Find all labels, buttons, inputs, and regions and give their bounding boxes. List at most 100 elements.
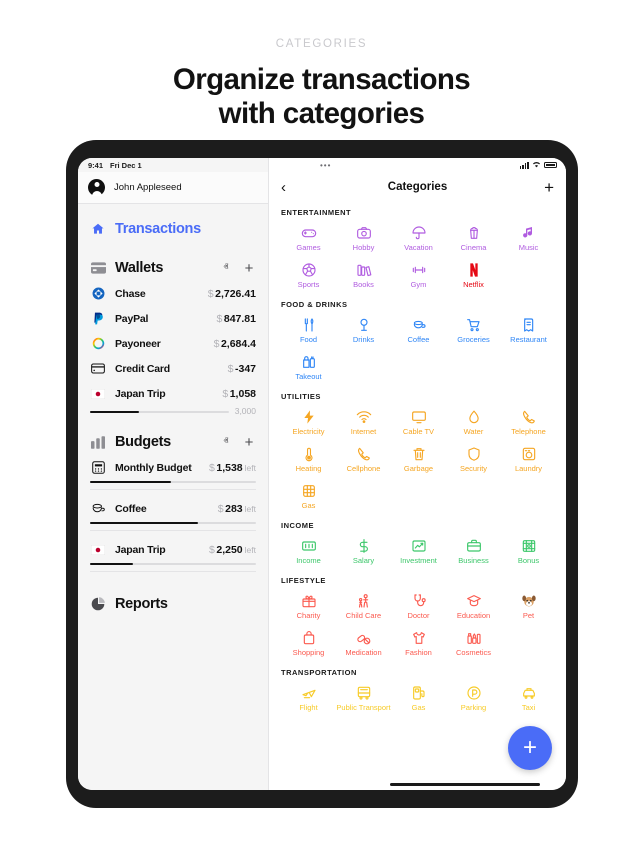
category-item[interactable]: Internet — [336, 404, 391, 441]
sidebar-group-budgets[interactable]: Budgets ⱏ + — [90, 429, 256, 455]
category-item[interactable]: Groceries — [446, 312, 501, 349]
add-category-button[interactable]: + — [544, 179, 554, 196]
category-item-label: Music — [518, 243, 539, 252]
home-indicator — [390, 783, 541, 786]
chevron-up-icon[interactable]: ⱏ — [219, 437, 233, 447]
multitask-dots-icon[interactable]: ••• — [320, 161, 331, 170]
category-item[interactable]: Music — [501, 220, 556, 257]
category-item[interactable]: Business — [446, 533, 501, 570]
category-item[interactable]: Salary — [336, 533, 391, 570]
category-item-label: Drinks — [352, 335, 375, 344]
category-item[interactable]: Takeout — [281, 349, 336, 386]
category-item-label: Takeout — [295, 372, 322, 381]
category-item[interactable]: Coffee — [391, 312, 446, 349]
dog-face-icon — [521, 592, 537, 609]
category-item[interactable]: Investment — [391, 533, 446, 570]
category-item-label: Business — [458, 556, 489, 565]
tablet-device-frame: 9:41 Fri Dec 1 John Appleseed Transactio… — [66, 140, 578, 808]
category-item[interactable]: Electricity — [281, 404, 336, 441]
list-item[interactable]: Monthly Budget $1,538 left — [90, 455, 256, 480]
category-item-label: Taxi — [521, 703, 536, 712]
graduation-cap-icon — [466, 592, 482, 609]
japan-flag-icon — [90, 387, 106, 401]
category-item[interactable]: Food — [281, 312, 336, 349]
category-item[interactable]: Cosmetics — [446, 625, 501, 662]
category-item[interactable]: Books — [336, 257, 391, 294]
category-item[interactable]: Doctor — [391, 588, 446, 625]
category-item[interactable]: Cable TV — [391, 404, 446, 441]
trash-bin-icon — [411, 445, 427, 462]
sidebar-group-wallets[interactable]: Wallets ⱏ + — [90, 255, 256, 281]
category-item[interactable]: Sports — [281, 257, 336, 294]
category-item[interactable]: Child Care — [336, 588, 391, 625]
category-item-label: Salary — [352, 556, 375, 565]
category-item[interactable]: Flight — [281, 680, 336, 717]
list-item[interactable]: Credit Card $ -347 — [90, 356, 256, 381]
category-item[interactable]: Telephone — [501, 404, 556, 441]
category-item[interactable]: Cellphone — [336, 441, 391, 478]
category-item-label: Games — [296, 243, 321, 252]
category-item[interactable]: Heating — [281, 441, 336, 478]
budget-value: $283 left — [217, 502, 256, 515]
category-item[interactable]: Shopping — [281, 625, 336, 662]
category-item[interactable]: Vacation — [391, 220, 446, 257]
category-item[interactable]: Pet — [501, 588, 556, 625]
sidebar-item-transactions[interactable]: Transactions — [90, 216, 256, 242]
category-item[interactable]: Taxi — [501, 680, 556, 717]
category-grid: Charity Child Care Doctor Education Pet Shopp… — [281, 588, 556, 662]
category-item-label: Telephone — [511, 427, 546, 436]
categories-scroll-area[interactable]: ENTERTAINMENT Games Hobby Vacation Cinema Mus… — [269, 202, 566, 790]
list-item[interactable]: PayPal $847.81 — [90, 306, 256, 331]
category-item[interactable]: Parking — [446, 680, 501, 717]
category-item[interactable]: Education — [446, 588, 501, 625]
coffee-cup-icon — [411, 316, 427, 333]
category-item[interactable]: Gas — [391, 680, 446, 717]
category-grid: Income Salary Investment Business Bonus — [281, 533, 556, 570]
add-wallet-button[interactable]: + — [242, 261, 256, 276]
category-item[interactable]: Drinks — [336, 312, 391, 349]
category-item[interactable]: Public Transport — [336, 680, 391, 717]
category-item[interactable]: Water — [446, 404, 501, 441]
category-item[interactable]: Income — [281, 533, 336, 570]
back-button[interactable]: ‹ — [281, 180, 286, 195]
list-item[interactable]: Chase $2,726.41 — [90, 281, 256, 306]
sidebar-group-label: Wallets — [115, 260, 164, 276]
category-item-label: Shopping — [292, 648, 325, 657]
stethoscope-icon — [411, 592, 427, 609]
cellular-signal-icon — [519, 161, 529, 169]
category-item[interactable]: Laundry — [501, 441, 556, 478]
category-item[interactable]: Medication — [336, 625, 391, 662]
wallet-value: $ -347 — [227, 362, 256, 375]
category-item[interactable]: Fashion — [391, 625, 446, 662]
monitor-icon — [411, 408, 427, 425]
sidebar-item-reports[interactable]: Reports — [90, 591, 256, 617]
main-status-bar: ••• — [269, 158, 566, 172]
category-item[interactable]: Games — [281, 220, 336, 257]
category-item[interactable]: Netflix — [446, 257, 501, 294]
list-item[interactable]: Coffee $283 left — [90, 496, 256, 521]
category-item[interactable]: Restaurant — [501, 312, 556, 349]
category-item[interactable]: Gas — [281, 478, 336, 515]
category-item-label: Medication — [345, 648, 382, 657]
category-item[interactable]: Cinema — [446, 220, 501, 257]
japan-flag-icon — [90, 543, 106, 557]
list-item[interactable]: Japan Trip $2,250 left — [90, 537, 256, 562]
add-transaction-fab[interactable]: + — [508, 726, 552, 770]
account-row[interactable]: John Appleseed — [78, 172, 268, 204]
category-item[interactable]: Charity — [281, 588, 336, 625]
sidebar-group-label: Budgets — [115, 434, 171, 450]
category-item[interactable]: Bonus — [501, 533, 556, 570]
list-item[interactable]: Payoneer $2,684.4 — [90, 331, 256, 356]
washing-machine-icon — [521, 445, 537, 462]
category-item[interactable]: Gym — [391, 257, 446, 294]
list-item[interactable]: Japan Trip $1,058 — [90, 381, 256, 406]
category-item-label: Cinema — [460, 243, 487, 252]
category-item[interactable]: Garbage — [391, 441, 446, 478]
add-budget-button[interactable]: + — [242, 435, 256, 450]
category-item-label: Electricity — [292, 427, 325, 436]
category-item[interactable]: Security — [446, 441, 501, 478]
category-item[interactable]: Hobby — [336, 220, 391, 257]
chevron-up-icon[interactable]: ⱏ — [219, 263, 233, 273]
category-item-label: Income — [296, 556, 321, 565]
tablet-screen: 9:41 Fri Dec 1 John Appleseed Transactio… — [78, 158, 566, 790]
